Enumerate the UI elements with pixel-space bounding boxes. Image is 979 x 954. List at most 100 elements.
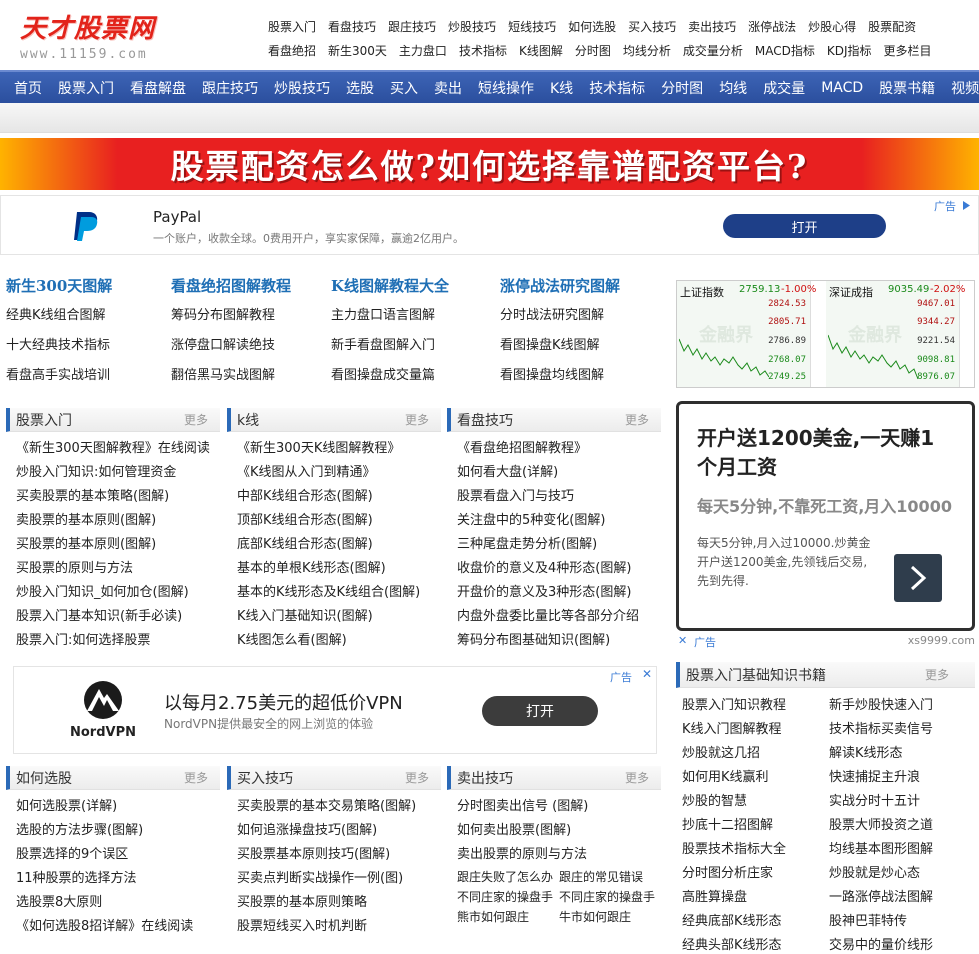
featured-link[interactable]: 涨停盘口解读绝技 <box>171 331 291 361</box>
top-link[interactable]: 更多栏目 <box>884 42 932 59</box>
top-link[interactable]: 成交量分析 <box>683 42 743 59</box>
nav-item[interactable]: 买入 <box>390 78 418 98</box>
list-item[interactable]: 买股票的基本原则(图解) <box>16 533 220 557</box>
featured-link[interactable]: 分时战法研究图解 <box>500 301 620 331</box>
top-link[interactable]: 技术指标 <box>459 42 507 59</box>
chevron-right-icon[interactable] <box>894 554 942 602</box>
nav-item[interactable]: 短线操作 <box>478 78 534 98</box>
nav-item[interactable]: 看盘解盘 <box>130 78 186 98</box>
list-item[interactable]: 炒股入门知识_如何加仓(图解) <box>16 581 220 605</box>
nav-item[interactable]: MACD <box>821 80 863 96</box>
top-link[interactable]: K线图解 <box>519 42 563 59</box>
nav-item[interactable]: 成交量 <box>763 78 805 98</box>
top-link[interactable]: 主力盘口 <box>399 42 447 59</box>
list-item[interactable]: 11种股票的选择方法 <box>16 867 220 891</box>
section-more-link[interactable]: 更多 <box>625 411 649 428</box>
book-link[interactable]: 实战分时十五计 <box>829 790 976 814</box>
section-more-link[interactable]: 更多 <box>405 769 429 786</box>
top-link[interactable]: 炒股技巧 <box>448 18 496 35</box>
nav-item[interactable]: 技术指标 <box>589 78 645 98</box>
book-link[interactable]: 股票入门知识教程 <box>682 694 829 718</box>
nav-item[interactable]: 均线 <box>719 78 747 98</box>
ad-close-icon[interactable]: ✕ <box>642 667 652 681</box>
list-item[interactable]: K线图怎么看(图解) <box>237 629 441 653</box>
featured-heading-link[interactable]: 涨停战法研究图解 <box>500 275 620 301</box>
list-item[interactable]: 《看盘绝招图解教程》 <box>457 437 661 461</box>
list-item[interactable]: 买股票的基本原则策略 <box>237 891 441 915</box>
book-link[interactable]: K线入门图解教程 <box>682 718 829 742</box>
list-item[interactable]: 如何选股票(详解) <box>16 795 220 819</box>
shanghai-index-chart[interactable]: 上证指数 2759.13 -1.00% 2824.53 2805.71 2786… <box>677 281 816 387</box>
section-title[interactable]: 买入技巧 <box>237 768 293 788</box>
book-link[interactable]: 股神巴菲特传 <box>829 910 976 934</box>
section-title[interactable]: 股票入门 <box>16 410 72 430</box>
list-item[interactable]: 中部K线组合形态(图解) <box>237 485 441 509</box>
market-index-widget[interactable]: 上证指数 2759.13 -1.00% 2824.53 2805.71 2786… <box>676 280 975 388</box>
top-link[interactable]: 跟庄技巧 <box>388 18 436 35</box>
top-link[interactable]: 买入技巧 <box>628 18 676 35</box>
top-link[interactable]: 如何选股 <box>568 18 616 35</box>
top-link[interactable]: 分时图 <box>575 42 611 59</box>
book-link[interactable]: 一路涨停战法图解 <box>829 886 976 910</box>
nav-item[interactable]: 股票入门 <box>58 78 114 98</box>
featured-link[interactable]: 看图操盘均线图解 <box>500 361 620 391</box>
list-item[interactable]: 买卖股票的基本交易策略(图解) <box>237 795 441 819</box>
book-link[interactable]: 技术指标买卖信号 <box>829 718 976 742</box>
book-link[interactable]: 快速捕捉主升浪 <box>829 766 976 790</box>
featured-heading-link[interactable]: K线图解教程大全 <box>331 275 449 301</box>
list-item[interactable]: 卖出股票的原则与方法 <box>457 843 661 867</box>
featured-link[interactable]: 十大经典技术指标 <box>6 331 112 361</box>
top-link[interactable]: 卖出技巧 <box>688 18 736 35</box>
section-title[interactable]: 卖出技巧 <box>457 768 513 788</box>
section-more-link[interactable]: 更多 <box>625 769 649 786</box>
section-title[interactable]: 看盘技巧 <box>457 410 513 430</box>
nav-item[interactable]: 跟庄技巧 <box>202 78 258 98</box>
featured-link[interactable]: 看图操盘K线图解 <box>500 331 620 361</box>
gold-trading-ad[interactable]: 开户送1200美金,一天赚1个月工资 每天5分钟,不靠死工资,月入10000 每… <box>676 401 975 631</box>
list-item[interactable]: 《如何选股8招详解》在线阅读 <box>16 915 220 939</box>
book-link[interactable]: 炒股的智慧 <box>682 790 829 814</box>
nordvpn-ad[interactable]: NordVPN 以每月2.75美元的超低价VPN NordVPN提供最安全的网上… <box>13 666 657 754</box>
featured-link[interactable]: 新手看盘图解入门 <box>331 331 449 361</box>
top-link[interactable]: 股票配资 <box>868 18 916 35</box>
book-link[interactable]: 股票大师投资之道 <box>829 814 976 838</box>
book-link[interactable]: 如何用K线赢利 <box>682 766 829 790</box>
nav-item[interactable]: 视频 <box>951 78 979 98</box>
list-item[interactable]: 跟庄的常见错误 <box>559 867 661 887</box>
nav-item[interactable]: 分时图 <box>661 78 703 98</box>
featured-link[interactable]: 翻倍黑马实战图解 <box>171 361 291 391</box>
book-link[interactable]: 经典头部K线形态 <box>682 934 829 954</box>
top-link[interactable]: 均线分析 <box>623 42 671 59</box>
list-item[interactable]: 选股的方法步骤(图解) <box>16 819 220 843</box>
section-more-link[interactable]: 更多 <box>184 411 208 428</box>
list-item[interactable]: 基本的K线形态及K线组合(图解) <box>237 581 441 605</box>
list-item[interactable]: 基本的单根K线形态(图解) <box>237 557 441 581</box>
featured-link[interactable]: 看盘高手实战培训 <box>6 361 112 391</box>
paypal-open-button[interactable]: 打开 <box>723 214 886 238</box>
books-more-link[interactable]: 更多 <box>925 666 949 683</box>
nav-item[interactable]: 股票书籍 <box>879 78 935 98</box>
top-link[interactable]: KDJ指标 <box>827 42 872 59</box>
list-item[interactable]: 如何卖出股票(图解) <box>457 819 661 843</box>
top-link[interactable]: 看盘绝招 <box>268 42 316 59</box>
list-item[interactable]: 买卖点判断实战操作一例(图) <box>237 867 441 891</box>
book-link[interactable]: 交易中的量价线形 <box>829 934 976 954</box>
book-link[interactable]: 新手炒股快速入门 <box>829 694 976 718</box>
nordvpn-open-button[interactable]: 打开 <box>482 696 598 726</box>
list-item[interactable]: 股票入门基本知识(新手必读) <box>16 605 220 629</box>
list-item[interactable]: 跟庄失败了怎么办 <box>457 867 559 887</box>
list-item[interactable]: 收盘价的意义及4种形态(图解) <box>457 557 661 581</box>
list-item[interactable]: 股票看盘入门与技巧 <box>457 485 661 509</box>
list-item[interactable]: 买股票的原则与方法 <box>16 557 220 581</box>
list-item[interactable]: 《新生300天K线图解教程》 <box>237 437 441 461</box>
list-item[interactable]: 熊市如何跟庄 <box>457 907 559 927</box>
list-item[interactable]: 分时图卖出信号 (图解) <box>457 795 661 819</box>
list-item[interactable]: 关注盘中的5种变化(图解) <box>457 509 661 533</box>
list-item[interactable]: 股票短线买入时机判断 <box>237 915 441 939</box>
section-more-link[interactable]: 更多 <box>184 769 208 786</box>
ad-choices-icon[interactable] <box>961 200 972 211</box>
list-item[interactable]: 牛市如何跟庄 <box>559 907 661 927</box>
book-link[interactable]: 抄底十二招图解 <box>682 814 829 838</box>
list-item[interactable]: 选股票8大原则 <box>16 891 220 915</box>
section-more-link[interactable]: 更多 <box>405 411 429 428</box>
